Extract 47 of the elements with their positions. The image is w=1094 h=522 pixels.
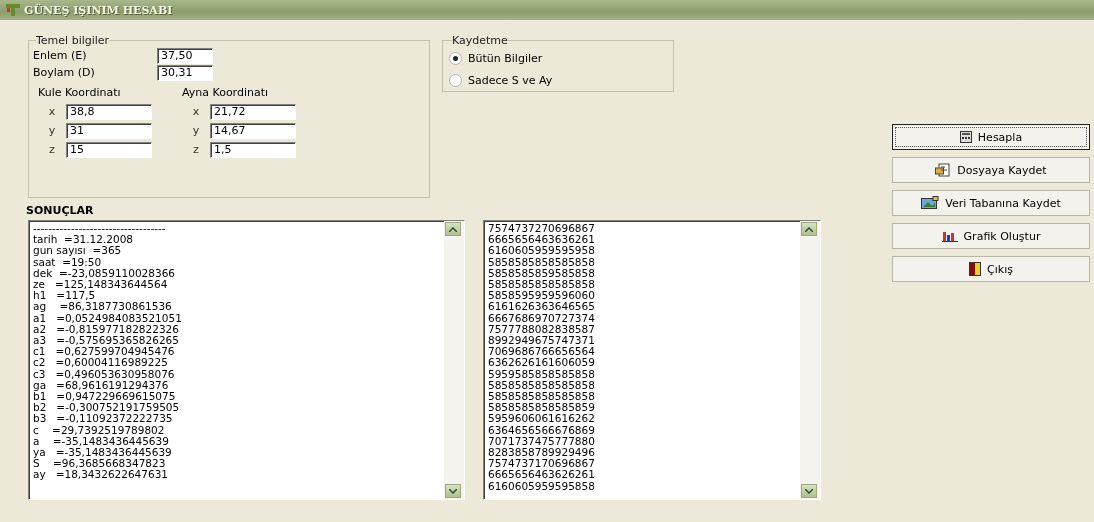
radio-option[interactable]: Bütün Bilgiler (449, 47, 667, 69)
axis-label: z (192, 143, 200, 156)
picture-frame-icon (921, 196, 940, 210)
input-field[interactable]: 38,8 (66, 103, 152, 120)
input-field[interactable]: 30,31 (157, 64, 213, 81)
axis-label: y (191, 124, 201, 137)
app-icon (6, 4, 20, 16)
action-button[interactable]: Çıkış (892, 256, 1090, 282)
document-icon (935, 163, 952, 177)
scroll-up-button[interactable] (801, 222, 817, 236)
results-heading: SONUÇLAR (26, 204, 95, 217)
scroll-down-button[interactable] (445, 484, 461, 498)
action-button[interactable]: Veri Tabanına Kaydet (892, 190, 1090, 216)
results-text-area[interactable] (28, 220, 465, 500)
input-field[interactable]: 15 (66, 141, 152, 158)
coordinate-title: Ayna Koordinatı (182, 86, 270, 99)
scrollbar[interactable] (444, 221, 464, 499)
numbers-text-area[interactable] (483, 220, 821, 500)
door-icon (969, 262, 982, 276)
field-label: Enlem (E) (33, 49, 88, 62)
text-lines: ----------------------------------- tarih =31.12.2008 gun sayısı =365 saat =19:50 dek =-23,0859110028366 ze =125,148343644564 h1 =117,5 ag =86,3187730861536 a1 =0,0524984083521051 a2 =-0,815977182822326 a3 =-0,575695365826265 c1 =0,627599704945476 c2 =0,60004116989225 c3 =0,496053630958076 ga =68,9616191294376 b1 =0,947229669615075 b2 =-0,300752191759505 b3 =-0,11092372222735 c =29,7392519789802 a =-35,1483436445639 ya =-35,1483436445639 S =96,3685668347823 ay =18,3432622647631 (32, 221, 183, 483)
scrollbar[interactable] (800, 221, 820, 499)
action-button[interactable]: Dosyaya Kaydet (892, 157, 1090, 183)
input-field[interactable]: 37,50 (157, 47, 213, 64)
scroll-down-button[interactable] (801, 484, 817, 498)
axis-label: x (191, 105, 201, 118)
radio-icon[interactable] (449, 73, 462, 87)
input-field[interactable]: 1,5 (210, 141, 296, 158)
field-label: Boylam (D) (33, 66, 96, 79)
input-field[interactable]: 31 (66, 122, 152, 139)
input-field[interactable]: 21,72 (210, 103, 296, 120)
scroll-up-button[interactable] (445, 222, 461, 236)
group-title: Kaydetme (452, 34, 508, 47)
coordinate-title: Kule Koordinatı (38, 86, 122, 99)
input-field[interactable]: 14,67 (210, 122, 296, 139)
axis-label: z (48, 143, 56, 156)
axis-label: x (47, 105, 57, 118)
group-title: Temel bilgiler (36, 34, 110, 47)
action-button[interactable]: Grafik Oluştur (892, 223, 1090, 249)
window-title: GÜNEŞ IŞINIM HESABI (24, 3, 173, 17)
axis-label: y (47, 124, 57, 137)
text-lines: 7574737270696867 6665656463636261 6160605959595958 5858585858585858 5858585859585858 5858585858585858 5858595959596060 6161626363646565 6667686970727374 7577788082838587 8992949675747371 7069686766656564 6362626161606059 5959585858585858 5858585858585858 5858585858585858 5858585858585859 5959606061616262 6364656566676869 7071737475777880 8283858789929496 7574737170696867 6665656463626261 6160605959595858 (487, 221, 596, 494)
bar-chart-icon (941, 230, 958, 242)
calculator-icon (959, 131, 972, 143)
action-button[interactable]: Hesapla (892, 124, 1090, 150)
radio-icon[interactable] (449, 51, 462, 65)
radio-option[interactable]: Sadece S ve Ay (449, 69, 667, 91)
